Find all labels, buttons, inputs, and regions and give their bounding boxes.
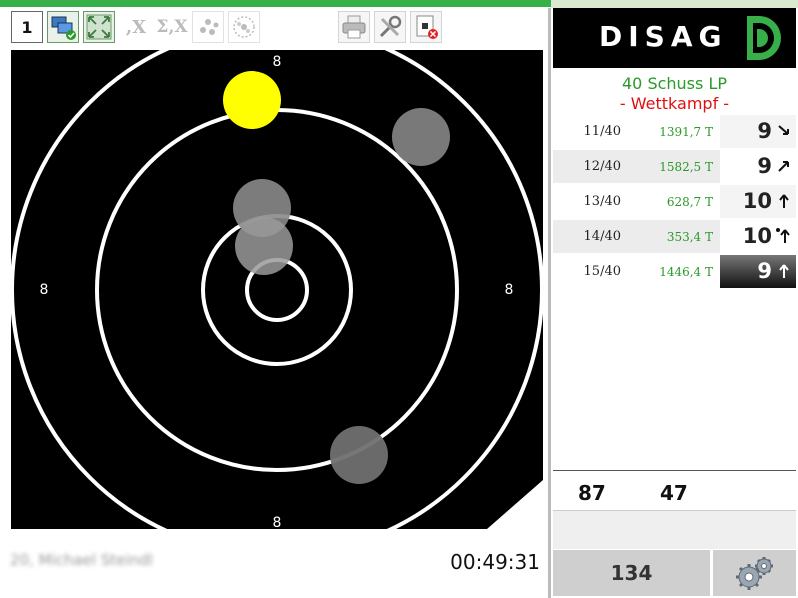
shot-row[interactable]: 11/40 1391,7 T 9 bbox=[553, 115, 796, 148]
network-status-button[interactable] bbox=[47, 11, 79, 43]
last-shot-hole bbox=[223, 71, 281, 129]
ring-label-top: 8 bbox=[273, 54, 282, 70]
shot-teiler: 1391,7 T bbox=[659, 125, 713, 139]
ring-label-bottom: 8 bbox=[273, 515, 282, 529]
logo-mark-icon bbox=[747, 16, 781, 60]
shot-score: 9 bbox=[720, 115, 796, 148]
printer-icon bbox=[342, 15, 366, 39]
decimal-x-icon: ,X bbox=[125, 16, 147, 38]
shot-number: 11/40 bbox=[583, 124, 621, 139]
shooting-target[interactable]: 8 8 8 8 bbox=[11, 50, 543, 529]
shot-score: 10 bbox=[720, 185, 796, 218]
shot-teiler: 1446,4 T bbox=[659, 265, 713, 279]
gears-icon bbox=[735, 557, 773, 590]
arrow-up-icon bbox=[776, 228, 790, 243]
shot-score-value: 9 bbox=[757, 259, 772, 283]
shot-number: 15/40 bbox=[583, 264, 621, 279]
target-graphic: 8 8 8 8 bbox=[11, 50, 543, 529]
ring-label-left: 8 bbox=[40, 282, 49, 298]
shot-group-icon bbox=[200, 19, 219, 35]
top-accent-bar bbox=[0, 0, 551, 7]
shot-row[interactable]: 12/40 1582,5 T 9 bbox=[553, 150, 796, 183]
disag-logo: DISAG bbox=[553, 8, 796, 68]
total-score[interactable]: 134 bbox=[553, 550, 710, 596]
shot-score: 10 bbox=[720, 220, 796, 253]
shot-number: 12/40 bbox=[583, 159, 621, 174]
shot-hole bbox=[392, 108, 450, 166]
shot-score: 9 bbox=[720, 255, 796, 288]
mode-label: - Wettkampf - bbox=[619, 94, 730, 113]
shot-score-value: 10 bbox=[742, 189, 772, 213]
elapsed-timer: 00:49:31 bbox=[450, 550, 540, 574]
shot-number: 14/40 bbox=[583, 229, 621, 244]
sum-x-button[interactable]: Σ,X bbox=[155, 11, 189, 43]
shot-score-value: 9 bbox=[757, 119, 772, 143]
zoom-fit-icon bbox=[86, 14, 112, 40]
top-accent-bar-right bbox=[551, 0, 798, 8]
tools-icon bbox=[379, 15, 402, 38]
info-band bbox=[553, 510, 796, 549]
shot-row[interactable]: 13/40 628,7 T 10 bbox=[553, 185, 796, 218]
results-panel: DISAG 40 Schuss LP - Wettkampf - 11/40 1… bbox=[551, 8, 798, 598]
zoom-fit-button[interactable] bbox=[83, 11, 115, 43]
shot-row[interactable]: 14/40 353,4 T 10 bbox=[553, 220, 796, 253]
series-sums: 87 47 bbox=[553, 470, 796, 511]
shot-score: 9 bbox=[720, 150, 796, 183]
shot-teiler: 353,4 T bbox=[666, 230, 713, 244]
target-close-icon bbox=[416, 15, 438, 39]
settings-button[interactable] bbox=[713, 550, 796, 596]
shot-number: 13/40 bbox=[583, 194, 621, 209]
shot-row-current[interactable]: 15/40 1446,4 T 9 bbox=[553, 255, 796, 288]
series-number: 1 bbox=[21, 17, 33, 37]
group-button[interactable] bbox=[192, 11, 224, 43]
logo-text: DISAG bbox=[599, 20, 728, 53]
center-button[interactable] bbox=[228, 11, 260, 43]
arrow-up-icon bbox=[779, 264, 789, 278]
print-button[interactable] bbox=[338, 11, 370, 43]
series-sum-1: 87 bbox=[578, 481, 606, 505]
discipline-label: 40 Schuss LP bbox=[622, 74, 727, 93]
total-score-value: 134 bbox=[610, 561, 653, 585]
arrow-up-icon bbox=[779, 194, 789, 208]
decimal-x-button[interactable]: ,X bbox=[119, 11, 153, 43]
arrow-up-right-icon bbox=[778, 161, 789, 172]
shot-teiler: 1582,5 T bbox=[659, 160, 713, 174]
group-center-icon bbox=[233, 16, 255, 38]
shot-teiler: 628,7 T bbox=[666, 195, 713, 209]
sum-x-icon: Σ,X bbox=[156, 17, 188, 37]
shot-hole bbox=[330, 426, 388, 484]
shot-score-value: 9 bbox=[757, 154, 772, 178]
shot-score-value: 10 bbox=[742, 224, 772, 248]
tools-button[interactable] bbox=[374, 11, 406, 43]
network-check-icon bbox=[51, 16, 76, 40]
ring-label-right: 8 bbox=[505, 282, 514, 298]
shot-hole bbox=[235, 217, 293, 275]
target-close-button[interactable] bbox=[410, 11, 442, 43]
series-number-button[interactable]: 1 bbox=[11, 11, 43, 43]
shooter-name: 20, Michael Steindl bbox=[10, 551, 153, 569]
series-sum-2: 47 bbox=[660, 481, 688, 505]
arrow-down-right-icon bbox=[778, 125, 789, 135]
